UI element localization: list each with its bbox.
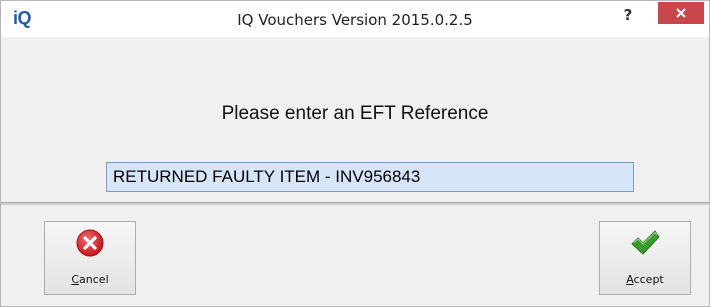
cancel-label: Cancel — [71, 273, 109, 286]
green-check-icon — [631, 230, 660, 255]
window-title: IQ Vouchers Version 2015.0.2.5 — [237, 11, 473, 29]
close-icon — [676, 8, 686, 18]
dialog-window: iQ IQ Vouchers Version 2015.0.2.5 ? Plea… — [0, 0, 710, 307]
close-button[interactable] — [658, 2, 704, 24]
accept-label: Accept — [626, 273, 664, 286]
accept-button[interactable]: Accept — [599, 221, 691, 295]
title-bar[interactable]: iQ IQ Vouchers Version 2015.0.2.5 ? — [1, 1, 709, 37]
dialog-content: Please enter an EFT Reference — [1, 37, 709, 202]
prompt-label: Please enter an EFT Reference — [221, 103, 489, 124]
eft-reference-input[interactable] — [106, 162, 634, 192]
button-bar: Cancel Accept — [1, 205, 709, 306]
cancel-button[interactable]: Cancel — [44, 221, 136, 295]
help-button[interactable]: ? — [613, 5, 643, 29]
error-cross-icon — [76, 229, 104, 257]
